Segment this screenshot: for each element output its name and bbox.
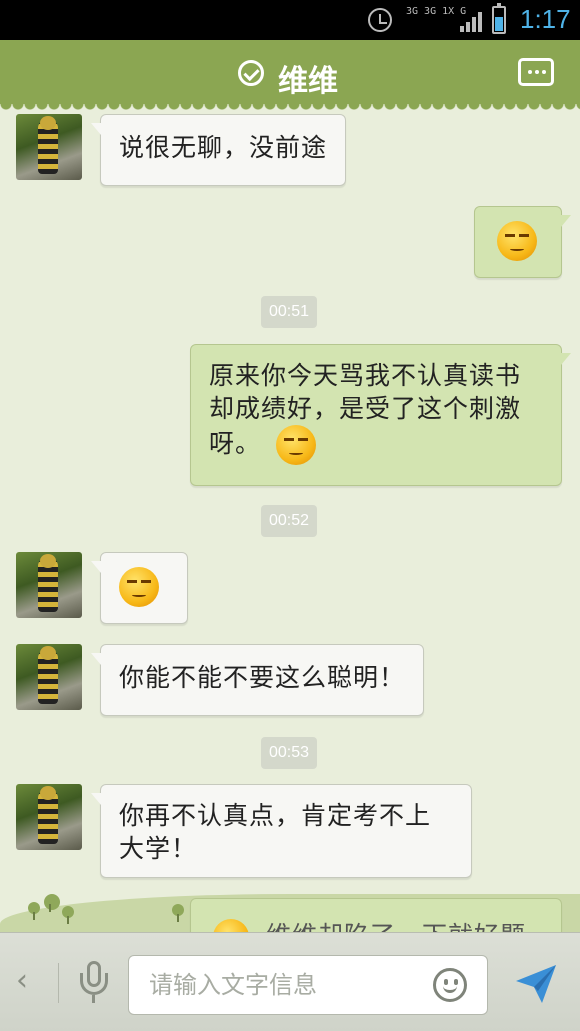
emoji-picker-icon[interactable] <box>433 968 467 1002</box>
message-bubble[interactable]: 维维却陷了一下就好题发 <box>190 898 562 932</box>
message-bubble[interactable]: 你能不能不要这么聪明！ <box>90 644 425 716</box>
message-text: 维维却陷了一下就好题发 <box>213 921 526 932</box>
message-input[interactable] <box>149 971 419 999</box>
message-bubble[interactable]: 你再不认真点，肯定考不上 大学！ <box>91 784 472 878</box>
message-bubble[interactable] <box>91 552 188 624</box>
collapse-chevron-icon[interactable]: ‹ <box>16 963 28 998</box>
signal-icon <box>460 10 484 32</box>
tree-decoration <box>62 906 74 924</box>
message-bubble[interactable] <box>474 206 571 278</box>
tree-decoration <box>28 902 40 920</box>
battery-icon <box>492 3 506 34</box>
timestamp: 00:52 <box>261 505 318 537</box>
input-bar: ‹ <box>0 932 580 1031</box>
message-bubble[interactable]: 说很无聊，没前途 <box>90 114 347 186</box>
shy-smile-emoji-icon <box>119 567 159 607</box>
message-text-line: 你再不认真点，肯定考不上 <box>119 801 432 830</box>
tree-decoration <box>44 894 60 912</box>
contact-name: 维维 <box>278 64 338 99</box>
message-text-line: 呀。 <box>209 425 543 465</box>
message-input-field[interactable] <box>128 955 488 1015</box>
timestamp: 00:51 <box>261 296 318 328</box>
message-text: 说很无聊，没前途 <box>119 133 328 162</box>
message-bubble[interactable]: 原来你今天骂我不认真读书 却成绩好，是受了这个刺激 呀。 <box>190 344 571 486</box>
online-check-icon <box>238 60 264 86</box>
timestamp: 00:53 <box>261 737 318 769</box>
emoji-icon <box>213 919 249 932</box>
divider <box>58 963 59 1003</box>
send-arrow-icon <box>516 965 556 1003</box>
message-text-line: 却成绩好，是受了这个刺激 <box>209 394 522 423</box>
status-bar: 3G 3G 1X G 1:17 <box>0 0 580 40</box>
message-text-line: 大学！ <box>119 834 198 863</box>
microphone-icon[interactable] <box>80 961 108 1005</box>
message-text: 你能不能不要这么聪明！ <box>119 663 406 692</box>
contact-avatar[interactable] <box>16 114 82 180</box>
message-text-line: 原来你今天骂我不认真读书 <box>209 361 522 390</box>
contact-avatar[interactable] <box>16 644 82 710</box>
chat-header: 维维 <box>0 40 580 110</box>
more-options-button[interactable] <box>518 58 554 86</box>
contact-avatar[interactable] <box>16 552 82 618</box>
send-button[interactable] <box>514 961 558 1005</box>
contact-avatar[interactable] <box>16 784 82 850</box>
tree-decoration <box>172 904 184 922</box>
status-time: 1:17 <box>520 4 571 34</box>
alarm-icon <box>368 8 392 32</box>
network-indicator: 3G 3G 1X G <box>406 6 467 17</box>
chuckle-emoji-icon <box>275 425 316 465</box>
smirk-emoji-icon <box>497 221 537 261</box>
message-list[interactable]: 说很无聊，没前途 00:51 原来你今天骂我不认真读书 却成绩好，是受了这个刺激… <box>0 104 580 932</box>
